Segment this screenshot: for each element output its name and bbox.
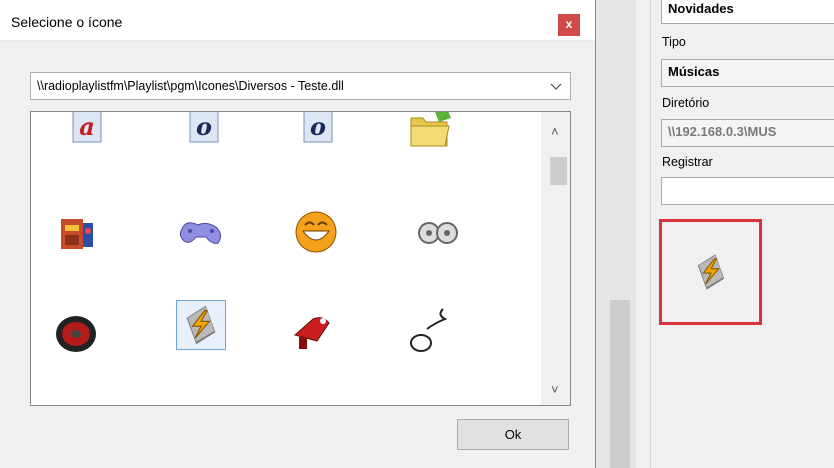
diretorio-label: Diretório — [662, 96, 710, 110]
icon-list[interactable]: a o o ˄ ˅ — [30, 111, 571, 406]
blue-o-letter-icon[interactable]: o — [185, 112, 235, 158]
green-folder-icon[interactable] — [407, 112, 457, 158]
svg-text:o: o — [196, 112, 212, 141]
red-speaker-icon[interactable] — [53, 311, 103, 361]
library-path-value: \\radioplaylistfm\Playlist\pgm\Icones\Di… — [37, 79, 344, 93]
icon-picker-dialog: Selecione o ícone x \\radioplaylistfm\Pl… — [0, 0, 596, 468]
divider — [650, 0, 651, 468]
noose-rope-icon[interactable] — [407, 305, 457, 355]
dialog-titlebar[interactable]: Selecione o ícone x — [0, 0, 595, 41]
background-scrollbar-thumb[interactable] — [610, 300, 630, 468]
tipo-label: Tipo — [662, 35, 686, 49]
svg-text:o: o — [310, 112, 326, 141]
laughing-face-icon[interactable] — [293, 209, 343, 259]
registrar-label: Registrar — [662, 155, 713, 169]
winamp-lightning-icon[interactable] — [176, 300, 226, 350]
robot-toy-icon[interactable] — [53, 211, 103, 261]
blue-o-letter-icon[interactable]: o — [299, 112, 349, 158]
icon-list-scrollbar[interactable]: ˄ ˅ — [541, 112, 570, 405]
cassette-reels-icon[interactable] — [415, 213, 465, 263]
diretorio-field[interactable]: \\192.168.0.3\MUS — [661, 119, 834, 147]
selected-icon-preview[interactable] — [659, 219, 762, 325]
red-hair-dryer-icon[interactable] — [289, 307, 339, 357]
gamepad-icon[interactable] — [176, 213, 226, 263]
dialog-title: Selecione o ícone — [11, 14, 123, 30]
scroll-up-icon[interactable]: ˄ — [551, 124, 559, 139]
registrar-field[interactable] — [661, 177, 834, 205]
svg-text:a: a — [79, 112, 95, 141]
chevron-down-icon — [550, 83, 562, 90]
scroll-down-icon[interactable]: ˅ — [551, 382, 559, 397]
winamp-lightning-icon — [697, 254, 725, 290]
scrollbar-thumb[interactable] — [550, 157, 567, 185]
library-path-dropdown[interactable]: \\radioplaylistfm\Playlist\pgm\Icones\Di… — [30, 72, 571, 100]
red-a-letter-icon[interactable]: a — [68, 112, 118, 158]
ok-button[interactable]: Ok — [457, 419, 569, 450]
tipo-field[interactable]: Músicas — [661, 59, 834, 87]
name-field[interactable]: Novidades — [661, 0, 834, 24]
close-button[interactable]: x — [558, 14, 580, 36]
